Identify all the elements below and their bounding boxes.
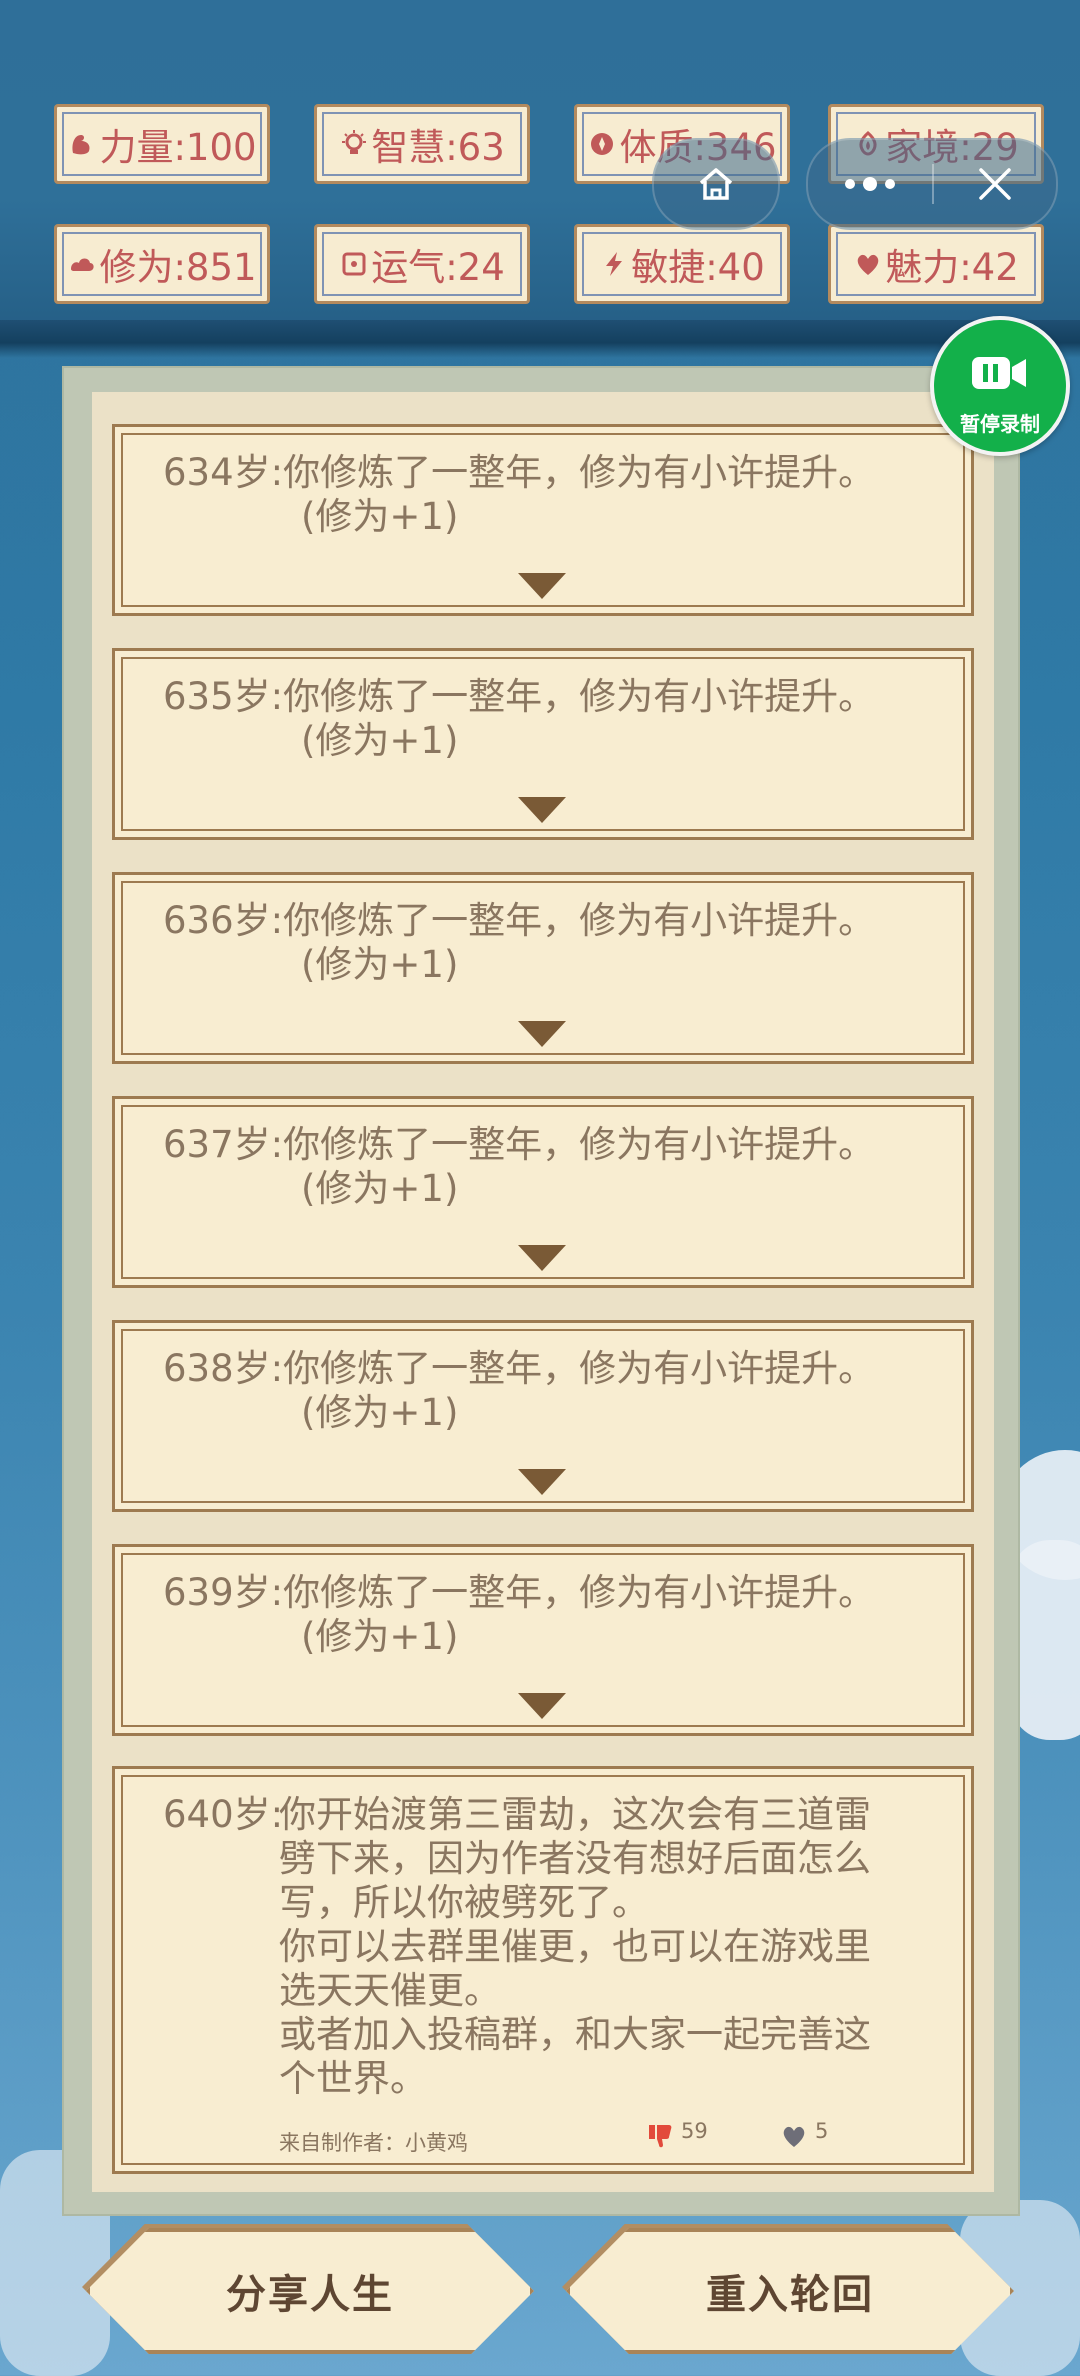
menu-capsule	[806, 138, 1058, 230]
event-card[interactable]: 635岁:你修炼了一整年，修为有小许提升。 (修为+1)	[112, 648, 974, 840]
pause-recording-button[interactable]: 暂停录制	[930, 316, 1070, 456]
ink-divider	[0, 320, 1080, 358]
final-event-line: 劈下来，因为作者没有想好后面怎么	[279, 1837, 871, 1880]
event-card[interactable]: 637岁:你修炼了一整年，修为有小许提升。 (修为+1)	[112, 1096, 974, 1288]
stat-cultivation-label: 修为:851	[99, 246, 257, 289]
event-text: 634岁:你修炼了一整年，修为有小许提升。	[163, 451, 876, 494]
home-capsule[interactable]	[652, 138, 780, 230]
cultivation-icon	[71, 258, 95, 271]
event-effect: (修为+1)	[301, 719, 459, 762]
video-icon	[972, 357, 1026, 389]
event-effect: (修为+1)	[301, 1167, 459, 1210]
event-text: 639岁:你修炼了一整年，修为有小许提升。	[163, 1571, 876, 1614]
restart-button[interactable]: 重入轮回	[566, 2228, 1014, 2354]
share-life-button[interactable]: 分享人生	[86, 2228, 534, 2354]
expand-arrow-icon[interactable]	[518, 1469, 566, 1495]
stat-charm-label: 魅力:42	[885, 246, 1019, 289]
final-event-line: 你开始渡第三雷劫，这次会有三道雷	[279, 1793, 871, 1836]
event-effect: (修为+1)	[301, 1391, 459, 1434]
event-text: 637岁:你修炼了一整年，修为有小许提升。	[163, 1123, 876, 1166]
constitution-icon	[591, 133, 614, 155]
event-text: 638岁:你修炼了一整年，修为有小许提升。	[163, 1347, 876, 1390]
thumbs-down-icon	[649, 2125, 672, 2148]
final-event-line: 你可以去群里催更，也可以在游戏里	[279, 1925, 871, 1968]
author-credit: 来自制作者：小黄鸡	[279, 2131, 468, 2155]
stat-strength: 力量:100	[54, 104, 270, 184]
luck-icon	[342, 252, 366, 276]
stat-wisdom-label: 智慧:63	[371, 126, 505, 169]
expand-arrow-icon[interactable]	[518, 1693, 566, 1719]
event-card[interactable]: 636岁:你修炼了一整年，修为有小许提升。 (修为+1)	[112, 872, 974, 1064]
event-effect: (修为+1)	[301, 495, 459, 538]
strength-icon	[72, 135, 90, 155]
agility-icon	[606, 252, 623, 276]
expand-arrow-icon[interactable]	[518, 797, 566, 823]
wisdom-icon	[342, 130, 367, 154]
close-button[interactable]	[934, 140, 1056, 228]
event-card[interactable]: 639岁:你修炼了一整年，修为有小许提升。 (修为+1)	[112, 1544, 974, 1736]
cloud-decoration	[1010, 1540, 1080, 1740]
close-icon	[979, 168, 1011, 200]
event-effect: (修为+1)	[301, 943, 459, 986]
final-event-age: 640岁:	[163, 1793, 284, 1836]
expand-arrow-icon[interactable]	[518, 573, 566, 599]
home-icon	[699, 168, 733, 200]
like-button[interactable]: 5	[779, 2119, 849, 2153]
event-card[interactable]: 638岁:你修炼了一整年，修为有小许提升。 (修为+1)	[112, 1320, 974, 1512]
event-text: 635岁:你修炼了一整年，修为有小许提升。	[163, 675, 876, 718]
heart-icon	[783, 2126, 805, 2147]
expand-arrow-icon[interactable]	[518, 1021, 566, 1047]
more-dots-icon	[845, 177, 895, 191]
stat-agility: 敏捷:40	[574, 224, 790, 304]
final-event-line: 个世界。	[279, 2057, 427, 2100]
final-event-line: 写，所以你被劈死了。	[279, 1881, 649, 1924]
pause-recording-label: 暂停录制	[960, 412, 1040, 436]
event-card[interactable]: 634岁:你修炼了一整年，修为有小许提升。 (修为+1)	[112, 424, 974, 616]
stat-agility-label: 敏捷:40	[631, 246, 765, 289]
stat-wisdom: 智慧:63	[314, 104, 530, 184]
expand-arrow-icon[interactable]	[518, 1245, 566, 1271]
stat-charm: 魅力:42	[828, 224, 1044, 304]
final-event-card[interactable]: 640岁: 你开始渡第三雷劫，这次会有三道雷 劈下来，因为作者没有想好后面怎么 …	[112, 1766, 974, 2174]
charm-icon	[857, 254, 879, 275]
event-text: 636岁:你修炼了一整年，修为有小许提升。	[163, 899, 876, 942]
dislike-button[interactable]: 59	[645, 2119, 725, 2153]
dislike-count: 59	[681, 2119, 708, 2143]
like-count: 5	[815, 2119, 829, 2143]
stat-luck: 运气:24	[314, 224, 530, 304]
stat-strength-label: 力量:100	[99, 126, 257, 169]
more-button[interactable]	[808, 140, 932, 228]
event-effect: (修为+1)	[301, 1615, 459, 1658]
stat-cultivation: 修为:851	[54, 224, 270, 304]
final-event-line: 或者加入投稿群，和大家一起完善这	[279, 2013, 871, 2056]
stat-luck-label: 运气:24	[371, 246, 505, 289]
final-event-line: 选天天催更。	[279, 1969, 501, 2012]
